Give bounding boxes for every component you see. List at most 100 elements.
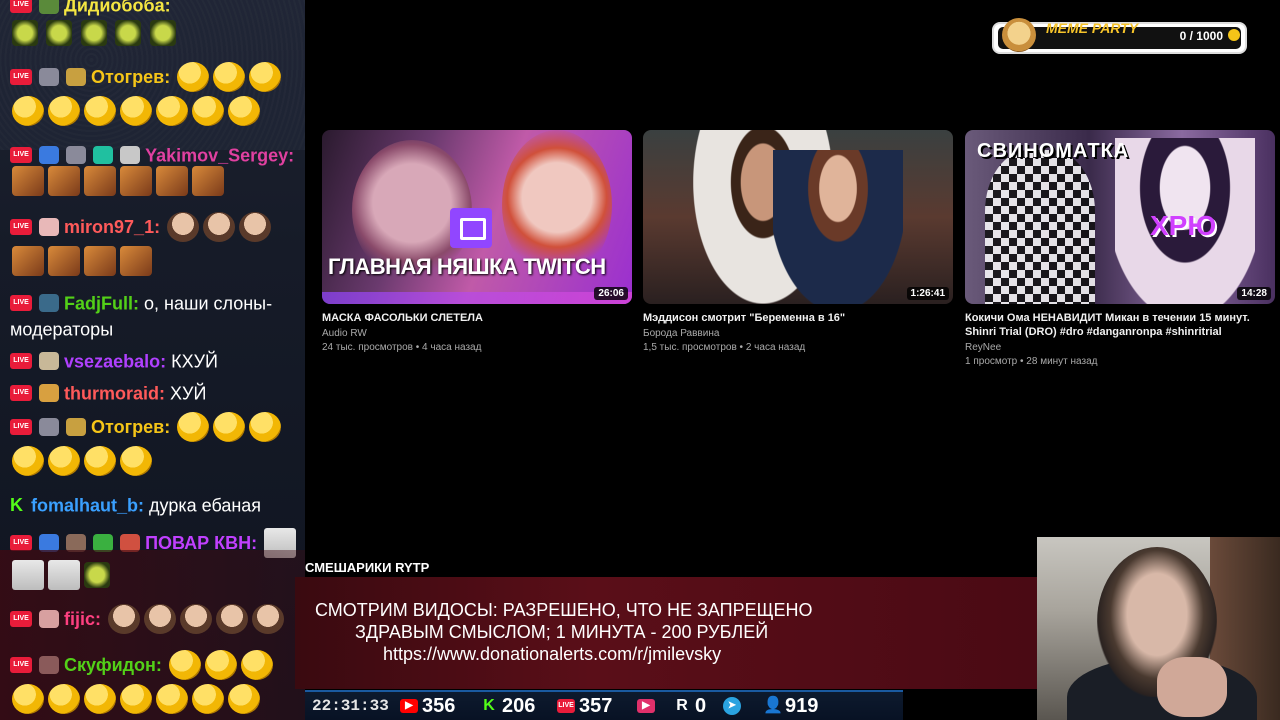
donation-link[interactable]: https://www.donationalerts.com/r/jmilevs…	[315, 643, 1015, 665]
emote-icon	[228, 684, 260, 714]
live-badge-icon: LIVE	[10, 69, 32, 85]
chat-text: ХУЙ	[170, 383, 207, 404]
emote-icon	[12, 446, 44, 476]
thumbnail-text: ГЛАВНАЯ НЯШКА TWITCH	[328, 254, 606, 279]
thumbnail-character	[985, 150, 1095, 304]
live-icon: LIVE	[557, 699, 575, 713]
emote-row	[10, 166, 226, 196]
emote-icon	[84, 246, 116, 276]
chat-nick[interactable]: Скуфидон:	[64, 655, 162, 675]
badge-icon	[39, 384, 60, 403]
video-channel[interactable]: Борода Раввина	[643, 328, 953, 339]
chat-message: LIVE Отогрев:	[10, 62, 302, 92]
emote-icon	[46, 20, 73, 46]
emote-icon	[168, 650, 201, 680]
video-channel[interactable]: Audio RW	[322, 328, 632, 339]
video-title-line: Shinri Trial (DRO) #dro #danganronpa #sh…	[965, 326, 1222, 338]
video-card-2[interactable]: 1:26:41 Мэддисон смотрит "Беременна в 16…	[643, 130, 953, 353]
emote-icon	[167, 212, 200, 242]
chat-nick[interactable]: fijic:	[64, 609, 101, 629]
streamer-hand	[1157, 657, 1227, 717]
emote-icon	[12, 246, 44, 276]
chat-nick[interactable]: thurmoraid:	[64, 383, 165, 403]
chat-message: LIVE FadjFull: о, наши слоны-	[10, 290, 302, 315]
chat-nick[interactable]: Дидиобоба:	[64, 0, 171, 15]
badge-icon	[66, 68, 87, 86]
badge-icon	[39, 418, 60, 436]
emote-icon	[84, 96, 116, 126]
chat-nick[interactable]: miron97_1:	[64, 217, 160, 237]
emote-icon	[48, 166, 80, 196]
emote-row	[10, 446, 154, 476]
emote-icon	[48, 446, 80, 476]
chat-nick[interactable]: Отогрев:	[91, 67, 170, 87]
emote-row	[10, 684, 262, 714]
emote-icon	[203, 212, 236, 242]
chat-message: LIVE miron97_1:	[10, 212, 302, 242]
video-card-1[interactable]: ГЛАВНАЯ НЯШКА TWITCH 26:06 МАСКА ФАСОЛЬК…	[322, 130, 632, 353]
emote-icon	[120, 96, 152, 126]
emote-icon	[115, 20, 142, 46]
emote-icon	[177, 62, 210, 92]
emote-icon	[48, 684, 80, 714]
video-title-line: Кокичи Ома НЕНАВИДИТ Микан в течении 15 …	[965, 312, 1250, 324]
badge-icon	[39, 610, 60, 628]
emote-row	[10, 246, 154, 276]
badge-icon	[39, 146, 60, 165]
thumbnail-person	[773, 150, 903, 304]
video-duration: 14:28	[1237, 287, 1271, 300]
emote-icon	[249, 62, 282, 92]
person-icon: 👤	[763, 697, 783, 714]
vk-live-viewers: LIVE 357	[557, 695, 612, 717]
donation-banner: СМОТРИМ ВИДОСЫ: РАЗРЕШЕНО, ЧТО НЕ ЗАПРЕЩ…	[295, 577, 1037, 689]
emote-icon	[48, 560, 80, 590]
video-thumbnail[interactable]: СВИНОМАТКА ХРЮ 14:28	[965, 130, 1275, 304]
emote-icon	[120, 684, 152, 714]
clock: 22:31:33	[312, 697, 389, 715]
emote-icon	[213, 62, 246, 92]
chat-message: LIVE vsezaebalo: КХУЙ	[10, 348, 302, 373]
video-thumbnail[interactable]: ГЛАВНАЯ НЯШКА TWITCH 26:06	[322, 130, 632, 304]
emote-icon	[48, 246, 80, 276]
chat-nick[interactable]: vsezaebalo:	[64, 351, 166, 371]
video-thumbnail[interactable]: 1:26:41	[643, 130, 953, 304]
badge-icon	[66, 418, 87, 436]
chat-text: дурка ебаная	[149, 495, 262, 516]
emote-icon	[12, 96, 44, 126]
chat-message: LIVE Yakimov_Sergey:	[10, 142, 302, 167]
chat-text: КХУЙ	[171, 351, 218, 372]
video-title[interactable]: МАСКА ФАСОЛЬКИ СЛЕТЕЛА	[322, 311, 632, 325]
chat-text: о, наши слоны-	[144, 293, 273, 314]
live-count: 357	[579, 694, 613, 717]
live-badge-icon: LIVE	[10, 611, 32, 627]
twitch-icon	[450, 208, 492, 248]
total-viewers: 👤 919	[763, 695, 818, 717]
video-duration: 1:26:41	[906, 287, 949, 300]
chat-message: LIVE thurmoraid: ХУЙ	[10, 380, 302, 405]
chat-nick[interactable]: FadjFull:	[64, 293, 139, 313]
rutube-play-icon: ▶	[637, 699, 655, 713]
telegram-link: ➤	[723, 695, 741, 717]
emote-icon	[177, 412, 210, 442]
emote-icon	[156, 166, 188, 196]
emote-icon	[84, 166, 116, 196]
video-card-3[interactable]: СВИНОМАТКА ХРЮ 14:28 Кокичи Ома НЕНАВИДИ…	[965, 130, 1275, 367]
badge-icon	[39, 0, 60, 15]
video-channel[interactable]: ReyNee	[965, 342, 1275, 353]
webcam-feed	[1037, 537, 1280, 720]
emote-icon	[252, 604, 285, 634]
emote-icon	[80, 20, 107, 46]
banner-text: СМОТРИМ ВИДОСЫ: РАЗРЕШЕНО, ЧТО НЕ ЗАПРЕЩ…	[315, 599, 1015, 665]
video-title[interactable]: Кокичи Ома НЕНАВИДИТ Микан в течении 15 …	[965, 311, 1275, 339]
badge-icon	[120, 146, 141, 165]
emote-icon	[249, 412, 282, 442]
video-meta: 1 просмотр • 28 минут назад	[965, 356, 1098, 367]
chat-nick[interactable]: fomalhaut_b:	[31, 495, 144, 515]
chat-nick[interactable]: Отогрев:	[91, 417, 170, 437]
live-badge-icon: LIVE	[10, 657, 32, 673]
emote-icon	[84, 562, 110, 588]
emote-icon	[156, 96, 188, 126]
video-title[interactable]: Мэддисон смотрит "Беременна в 16"	[643, 311, 953, 325]
badge-icon	[39, 656, 60, 674]
chat-nick[interactable]: Yakimov_Sergey:	[145, 145, 294, 165]
